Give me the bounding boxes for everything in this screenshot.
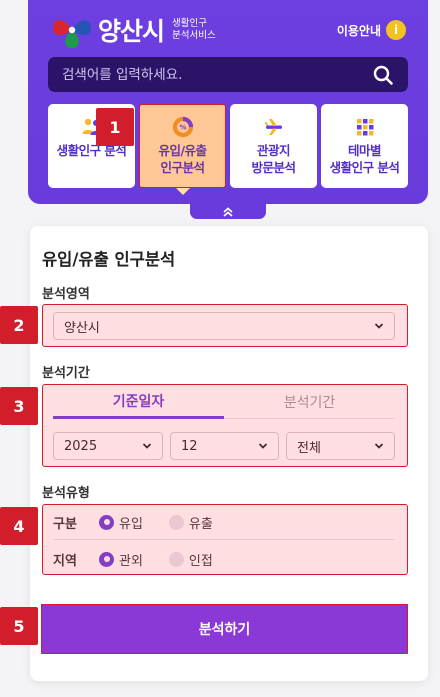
collapse-header-button[interactable] <box>190 204 266 219</box>
tile-label-line2: 생활인구 분석 <box>329 160 400 175</box>
tile-theme-analysis[interactable]: 테마별 생활인구 분석 <box>321 104 408 188</box>
radio-label: 유입 <box>119 516 143 532</box>
row-divider <box>53 539 395 540</box>
brand-name: 양산시 <box>98 17 165 46</box>
step-badge-1: 1 <box>96 108 134 146</box>
period-tabs: 기준일자 분석기간 <box>53 386 395 419</box>
region-value: 양산시 <box>64 320 100 336</box>
radio-checked-icon <box>99 551 114 567</box>
chevron-down-icon <box>374 443 384 449</box>
tile-label: 관광지 방문분석 <box>251 142 296 176</box>
usage-guide-link[interactable]: 이용안내 i <box>337 20 406 40</box>
tile-label: 테마별 생활인구 분석 <box>330 142 400 176</box>
row-label: 지역 <box>53 553 77 569</box>
panel-title: 유입/유출 인구분석 <box>42 250 176 269</box>
type-row-region: 지역 관외 인접 <box>53 544 393 574</box>
tile-label-line2: 방문분석 <box>251 160 296 175</box>
month-value: 12 <box>181 438 198 454</box>
row-label: 구분 <box>53 516 77 532</box>
day-select[interactable]: 전체 <box>286 432 395 460</box>
double-chevron-up-icon <box>223 206 233 217</box>
tab-base-date[interactable]: 기준일자 <box>53 386 224 419</box>
tile-label-line1: 관광지 <box>256 143 291 158</box>
svg-text:%: % <box>179 124 186 132</box>
city-logo-icon <box>52 20 92 48</box>
usage-guide-label: 이용안내 <box>336 23 381 38</box>
tile-label: 유입/유출 인구분석 <box>158 142 207 176</box>
header: 양산시 생활인구 분석서비스 이용안내 i 생활인구 분석 <box>28 0 428 204</box>
step-badge-5: 5 <box>0 607 38 645</box>
analyze-button[interactable]: 분석하기 <box>41 604 408 654</box>
year-select[interactable]: 2025 <box>53 432 163 460</box>
period-label: 분석기간 <box>42 366 90 381</box>
tile-inflow-outflow[interactable]: % 유입/유출 인구분석 <box>139 104 226 195</box>
brand-subtitle: 생활인구 분석서비스 <box>172 18 216 42</box>
radio-unchecked-icon <box>168 551 184 567</box>
percent-donut-icon: % <box>172 116 193 138</box>
radio-outside[interactable]: 관외 <box>99 550 143 569</box>
radio-label: 유출 <box>188 516 213 532</box>
type-label: 분석유형 <box>42 486 90 501</box>
chevron-down-icon <box>258 443 268 449</box>
radio-outflow[interactable]: 유출 <box>168 513 213 532</box>
radio-adjacent[interactable]: 인접 <box>168 550 213 569</box>
radio-label: 인접 <box>188 553 213 569</box>
type-row-direction: 구분 유입 유출 <box>53 507 393 537</box>
step-badge-3: 3 <box>0 387 38 425</box>
month-select[interactable]: 12 <box>170 432 279 460</box>
step-badge-4: 4 <box>0 507 38 545</box>
tile-label-line2: 인구분석 <box>160 160 205 175</box>
radio-checked-icon <box>99 514 114 530</box>
search-bar <box>48 57 408 92</box>
radio-label: 관외 <box>119 553 143 569</box>
region-select[interactable]: 양산시 <box>53 312 395 340</box>
logo[interactable]: 양산시 생활인구 분석서비스 <box>50 10 216 50</box>
tab-period-range[interactable]: 분석기간 <box>224 386 395 418</box>
search-input[interactable] <box>62 66 372 83</box>
tile-label-line1: 유입/유출 <box>158 143 207 158</box>
brand-subtitle-line2: 분석서비스 <box>172 30 216 41</box>
info-icon: i <box>386 20 406 40</box>
radio-unchecked-icon <box>168 514 184 530</box>
brand-subtitle-line1: 생활인구 <box>172 18 207 29</box>
grid-icon <box>356 119 373 136</box>
active-tile-caret <box>175 188 190 195</box>
region-label: 분석영역 <box>42 287 90 302</box>
tile-tourist-visits[interactable]: 관광지 방문분석 <box>230 104 317 188</box>
radio-inflow[interactable]: 유입 <box>99 513 143 532</box>
chevron-down-icon <box>374 323 384 329</box>
day-value: 전체 <box>297 440 321 456</box>
tile-label-line1: 테마별 <box>347 143 382 158</box>
airplane-icon <box>264 119 282 135</box>
search-icon[interactable] <box>372 64 394 86</box>
step-badge-2: 2 <box>0 306 38 344</box>
year-value: 2025 <box>64 438 98 454</box>
chevron-down-icon <box>142 443 152 449</box>
